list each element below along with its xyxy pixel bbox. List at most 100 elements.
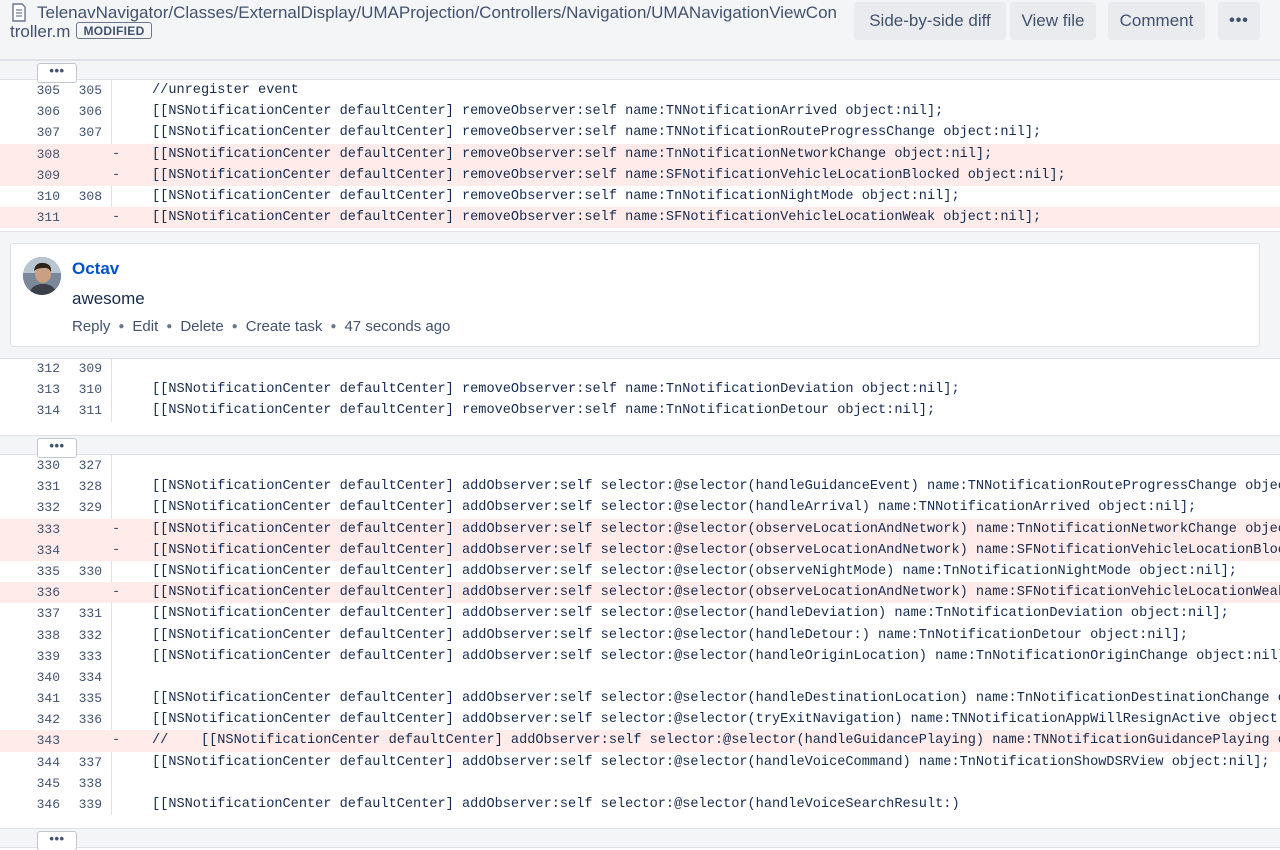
old-line-number: 314 bbox=[36, 403, 60, 419]
diff-line-removed[interactable]: 334 - [[NSNotificationCenter defaultCenter… bbox=[0, 539, 1280, 561]
old-line-number: 309 bbox=[20, 164, 60, 186]
new-line-number: 339 bbox=[78, 797, 102, 812]
code-text: [[NSNotificationCenter defaultCenter] ad… bbox=[152, 606, 1229, 622]
code-text: [[NSNotificationCenter defaultCenter] re… bbox=[152, 125, 1042, 141]
new-line-number: 331 bbox=[78, 606, 102, 622]
more-actions-button[interactable]: ••• bbox=[1218, 2, 1260, 40]
old-line-number: 306 bbox=[36, 104, 60, 120]
old-line-number: 333 bbox=[20, 518, 60, 540]
diff-hunk-2: 312 309 313 310 [[NSNotificationCenter defau… bbox=[0, 358, 1280, 422]
comment-timestamp[interactable]: 47 seconds ago bbox=[344, 318, 450, 335]
code-text: [[NSNotificationCenter defaultCenter] re… bbox=[152, 104, 944, 120]
old-line-number: 344 bbox=[36, 754, 60, 770]
delete-link[interactable]: Delete bbox=[180, 318, 223, 335]
new-line-number: 306 bbox=[78, 104, 102, 120]
diff-line-context[interactable]: 346 339 [[NSNotificationCenter defaultCent… bbox=[0, 794, 1280, 815]
edit-link[interactable]: Edit bbox=[132, 318, 158, 335]
diff-line-context[interactable]: 339 333 [[NSNotificationCenter defaultCent… bbox=[0, 646, 1280, 667]
inline-comment-area: Octav awesome Reply ● Edit ● Delete ● Create t… bbox=[0, 231, 1280, 359]
diff-line-removed[interactable]: 343 - // [[NSNotificationCenter defaultCen… bbox=[0, 730, 1280, 752]
diff-line-context[interactable]: 337 331 [[NSNotificationCenter defaultCent… bbox=[0, 603, 1280, 624]
diff-line-context[interactable]: 306 306 [[NSNotificationCenter defaultCent… bbox=[0, 101, 1280, 122]
diff-line-removed[interactable]: 336 - [[NSNotificationCenter defaultCenter… bbox=[0, 582, 1280, 604]
old-line-number: 331 bbox=[36, 479, 60, 495]
new-line-number: 332 bbox=[78, 627, 102, 643]
diff-line-context[interactable]: 338 332 [[NSNotificationCenter defaultCent… bbox=[0, 625, 1280, 646]
diff-line-context[interactable]: 345 338 bbox=[0, 773, 1280, 794]
old-line-number: 307 bbox=[36, 125, 60, 141]
old-line-number: 340 bbox=[36, 669, 60, 685]
code-text: [[NSNotificationCenter defaultCenter] re… bbox=[152, 403, 936, 419]
expand-context-button[interactable]: ••• bbox=[37, 831, 77, 850]
diff-line-context[interactable]: 305 305 //unregister event bbox=[0, 80, 1280, 101]
file-path[interactable]: TelenavNavigator/Classes/ExternalDisplay… bbox=[10, 3, 840, 41]
diff-line-context[interactable]: 307 307 [[NSNotificationCenter defaultCent… bbox=[0, 122, 1280, 143]
diff-line-removed[interactable]: 308 - [[NSNotificationCenter defaultCenter… bbox=[0, 143, 1280, 165]
old-line-number: 308 bbox=[20, 143, 60, 165]
old-line-number: 332 bbox=[36, 500, 60, 516]
diff-line-removed[interactable]: 333 - [[NSNotificationCenter defaultCenter… bbox=[0, 518, 1280, 540]
diff-line-context[interactable]: 332 329 [[NSNotificationCenter defaultCent… bbox=[0, 497, 1280, 518]
old-line-number: 339 bbox=[36, 648, 60, 664]
hunk-separator: ••• bbox=[0, 435, 1280, 458]
diff-line-removed[interactable]: 311 - [[NSNotificationCenter defaultCenter… bbox=[0, 207, 1280, 229]
hunk-separator: ••• bbox=[0, 828, 1280, 850]
old-line-number: 310 bbox=[36, 188, 60, 204]
diff-line-context[interactable]: 335 330 [[NSNotificationCenter defaultCent… bbox=[0, 561, 1280, 582]
new-line-number: 338 bbox=[78, 775, 102, 791]
diff-line-context[interactable]: 344 337 [[NSNotificationCenter defaultCent… bbox=[0, 752, 1280, 773]
code-text: [[NSNotificationCenter defaultCenter] ad… bbox=[152, 563, 1237, 579]
diff-marker: - bbox=[112, 143, 124, 165]
diff-line-context[interactable]: 310 308 [[NSNotificationCenter defaultCent… bbox=[0, 186, 1280, 207]
old-line-number: 336 bbox=[20, 582, 60, 604]
old-line-number: 305 bbox=[36, 83, 60, 98]
code-text: [[NSNotificationCenter defaultCenter] ad… bbox=[152, 521, 1280, 537]
diff-marker: - bbox=[112, 582, 124, 604]
separator-dot: ● bbox=[231, 321, 238, 332]
old-line-number: 330 bbox=[36, 458, 60, 473]
modified-badge: MODIFIED bbox=[76, 22, 152, 39]
code-text: [[NSNotificationCenter defaultCenter] re… bbox=[152, 188, 960, 204]
old-line-number: 346 bbox=[36, 797, 60, 812]
diff-line-context[interactable]: 342 336 [[NSNotificationCenter defaultCent… bbox=[0, 709, 1280, 730]
old-line-number: 343 bbox=[20, 730, 60, 752]
hunk-separator: ••• bbox=[0, 60, 1280, 83]
comment-button[interactable]: Comment bbox=[1108, 2, 1205, 40]
code-text: [[NSNotificationCenter defaultCenter] ad… bbox=[152, 627, 1189, 643]
separator-dot: ● bbox=[166, 321, 173, 332]
diff-line-context[interactable]: 331 328 [[NSNotificationCenter defaultCent… bbox=[0, 476, 1280, 497]
new-line-number: 329 bbox=[78, 500, 102, 516]
new-line-number: 307 bbox=[78, 125, 102, 141]
old-line-number: 338 bbox=[36, 627, 60, 643]
new-line-number: 335 bbox=[78, 691, 102, 707]
old-line-number: 311 bbox=[20, 207, 60, 229]
old-line-number: 342 bbox=[36, 712, 60, 728]
avatar[interactable] bbox=[23, 257, 61, 295]
view-file-button[interactable]: View file bbox=[1010, 2, 1096, 40]
diff-marker: - bbox=[112, 518, 124, 540]
diff-line-removed[interactable]: 309 - [[NSNotificationCenter defaultCenter… bbox=[0, 164, 1280, 186]
reply-link[interactable]: Reply bbox=[72, 318, 110, 335]
side-by-side-diff-button[interactable]: Side-by-side diff bbox=[854, 2, 1006, 40]
new-line-number: 333 bbox=[78, 648, 102, 664]
comment-card: Octav awesome Reply ● Edit ● Delete ● Create t… bbox=[10, 243, 1260, 347]
diff-marker: - bbox=[112, 164, 124, 186]
new-line-number: 337 bbox=[78, 754, 102, 770]
code-text: [[NSNotificationCenter defaultCenter] ad… bbox=[152, 712, 1280, 728]
new-line-number: 309 bbox=[78, 361, 102, 376]
diff-hunk-1: 305 305 //unregister event 306 306 [[NSNotifi… bbox=[0, 80, 1280, 229]
diff-line-context[interactable]: 312 309 bbox=[0, 358, 1280, 379]
code-text: //unregister event bbox=[152, 83, 299, 98]
diff-line-context[interactable]: 341 335 [[NSNotificationCenter defaultCent… bbox=[0, 688, 1280, 709]
diff-line-context[interactable]: 313 310 [[NSNotificationCenter defaultCent… bbox=[0, 379, 1280, 400]
code-text: [[NSNotificationCenter defaultCenter] ad… bbox=[152, 479, 1280, 495]
diff-line-context[interactable]: 314 311 [[NSNotificationCenter defaultCent… bbox=[0, 400, 1280, 421]
create-task-link[interactable]: Create task bbox=[246, 318, 323, 335]
diff-line-context[interactable]: 340 334 bbox=[0, 667, 1280, 688]
diff-marker: - bbox=[112, 730, 124, 752]
diff-line-context[interactable]: 330 327 bbox=[0, 455, 1280, 476]
new-line-number: 305 bbox=[78, 83, 102, 98]
comment-author[interactable]: Octav bbox=[72, 259, 119, 279]
file-header: TelenavNavigator/Classes/ExternalDisplay… bbox=[0, 0, 1280, 60]
diff-marker: - bbox=[112, 207, 124, 229]
